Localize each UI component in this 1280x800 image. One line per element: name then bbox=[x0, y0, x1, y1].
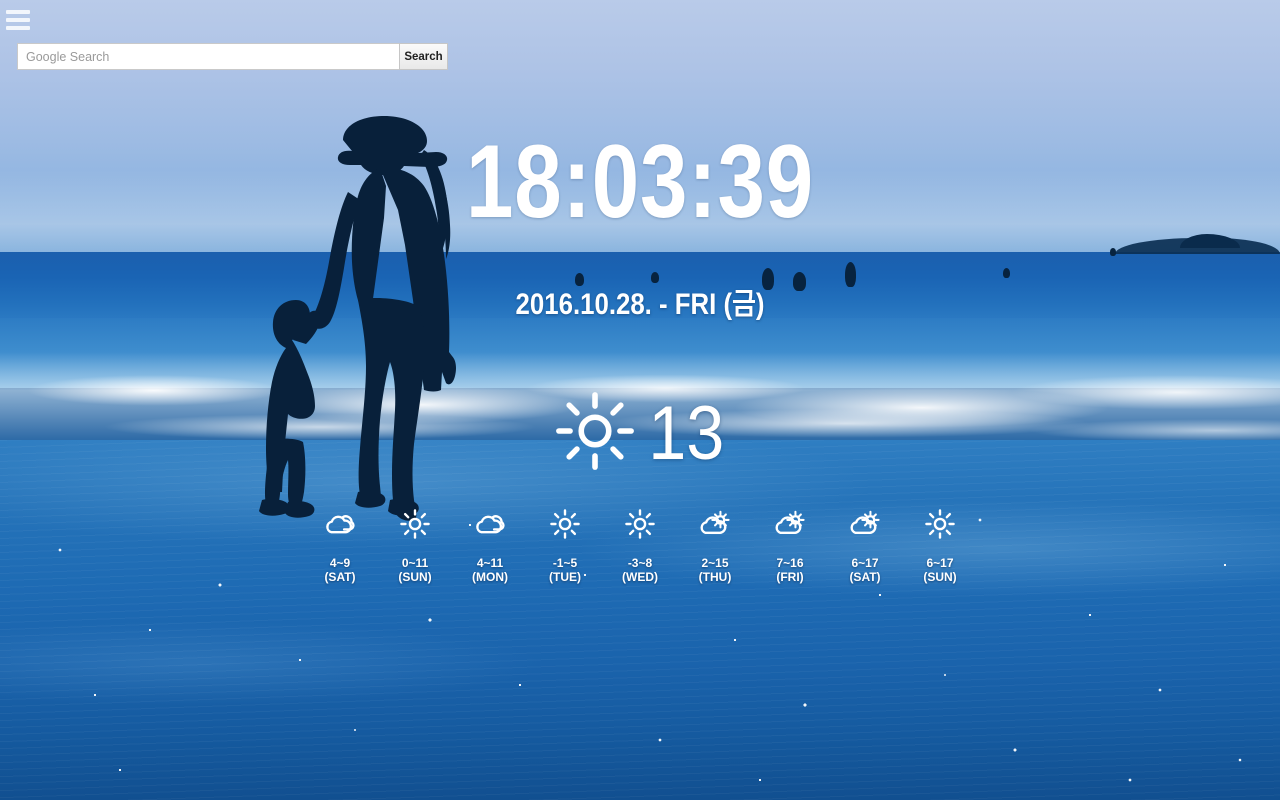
search-input[interactable] bbox=[17, 43, 399, 70]
forecast-row: 4~9 (SAT) 0~11 (SUN) 4~11 (MON) -1~5 (TUE) -3~8(… bbox=[0, 505, 1280, 584]
partly-cloudy-icon bbox=[678, 505, 753, 543]
hamburger-bar bbox=[6, 10, 30, 14]
forecast-temperature: -3~8 bbox=[627, 556, 653, 570]
forecast-day: (TUE) bbox=[549, 570, 581, 584]
forecast-day: (THU) bbox=[698, 570, 732, 584]
clock-date: 2016.10.28. - FRI (금) bbox=[515, 288, 765, 321]
forecast-item: 2~15 (THU) bbox=[678, 505, 753, 584]
forecast-day: (SUN) bbox=[923, 570, 957, 584]
sun-icon bbox=[528, 505, 603, 543]
sun-icon bbox=[378, 505, 453, 543]
forecast-temperature: 2~15 bbox=[701, 556, 729, 570]
forecast-temperature: 6~17 bbox=[926, 556, 954, 570]
forecast-temperature: 0~11 bbox=[401, 556, 429, 570]
forecast-temperature: 7~16 bbox=[776, 556, 804, 570]
forecast-item: 0~11 (SUN) bbox=[378, 505, 453, 584]
forecast-day: (SAT) bbox=[849, 570, 881, 584]
search-form: Search bbox=[17, 43, 448, 70]
forecast-item: -3~8 (WED) bbox=[603, 505, 678, 584]
hamburger-bar bbox=[6, 18, 30, 22]
forecast-item: -1~5 (TUE) bbox=[528, 505, 603, 584]
forecast-temperature: 4~11 bbox=[476, 556, 504, 570]
forecast-day: (SAT) bbox=[324, 570, 356, 584]
sun-icon bbox=[552, 388, 638, 479]
hamburger-menu-icon[interactable] bbox=[6, 10, 30, 30]
forecast-day: (FRI) bbox=[776, 570, 804, 584]
forecast-temperature: 6~17 bbox=[851, 556, 879, 570]
forecast-item: 7~16 (FRI) bbox=[753, 505, 828, 584]
clock-time: 18:03:39 bbox=[466, 124, 814, 240]
forecast-day: (WED) bbox=[622, 570, 658, 584]
partly-cloudy-icon bbox=[828, 505, 903, 543]
forecast-temperature: 4~9 bbox=[329, 556, 351, 570]
forecast-day: (MON) bbox=[472, 570, 508, 584]
forecast-item: 6~17 (SUN) bbox=[903, 505, 978, 584]
sun-icon bbox=[603, 505, 678, 543]
search-button[interactable]: Search bbox=[399, 43, 448, 70]
top-bar: Search bbox=[0, 0, 1280, 82]
forecast-item: 4~9 (SAT) bbox=[303, 505, 378, 584]
current-temperature: 13 bbox=[647, 390, 725, 476]
cloudy-icon bbox=[303, 505, 378, 543]
forecast-item: 4~11 (MON) bbox=[453, 505, 528, 584]
sun-icon bbox=[903, 505, 978, 543]
hamburger-bar bbox=[6, 26, 30, 30]
dashboard-widgets: 18:03:39 2016.10.28. - FRI (금) 13 4~9 (SA… bbox=[0, 0, 1280, 800]
partly-cloudy-icon bbox=[753, 505, 828, 543]
cloudy-icon bbox=[453, 505, 528, 543]
current-weather: 13 bbox=[0, 388, 1280, 479]
forecast-temperature: -1~5 bbox=[552, 556, 578, 570]
forecast-item: 6~17 (SAT) bbox=[828, 505, 903, 584]
forecast-day: (SUN) bbox=[398, 570, 432, 584]
